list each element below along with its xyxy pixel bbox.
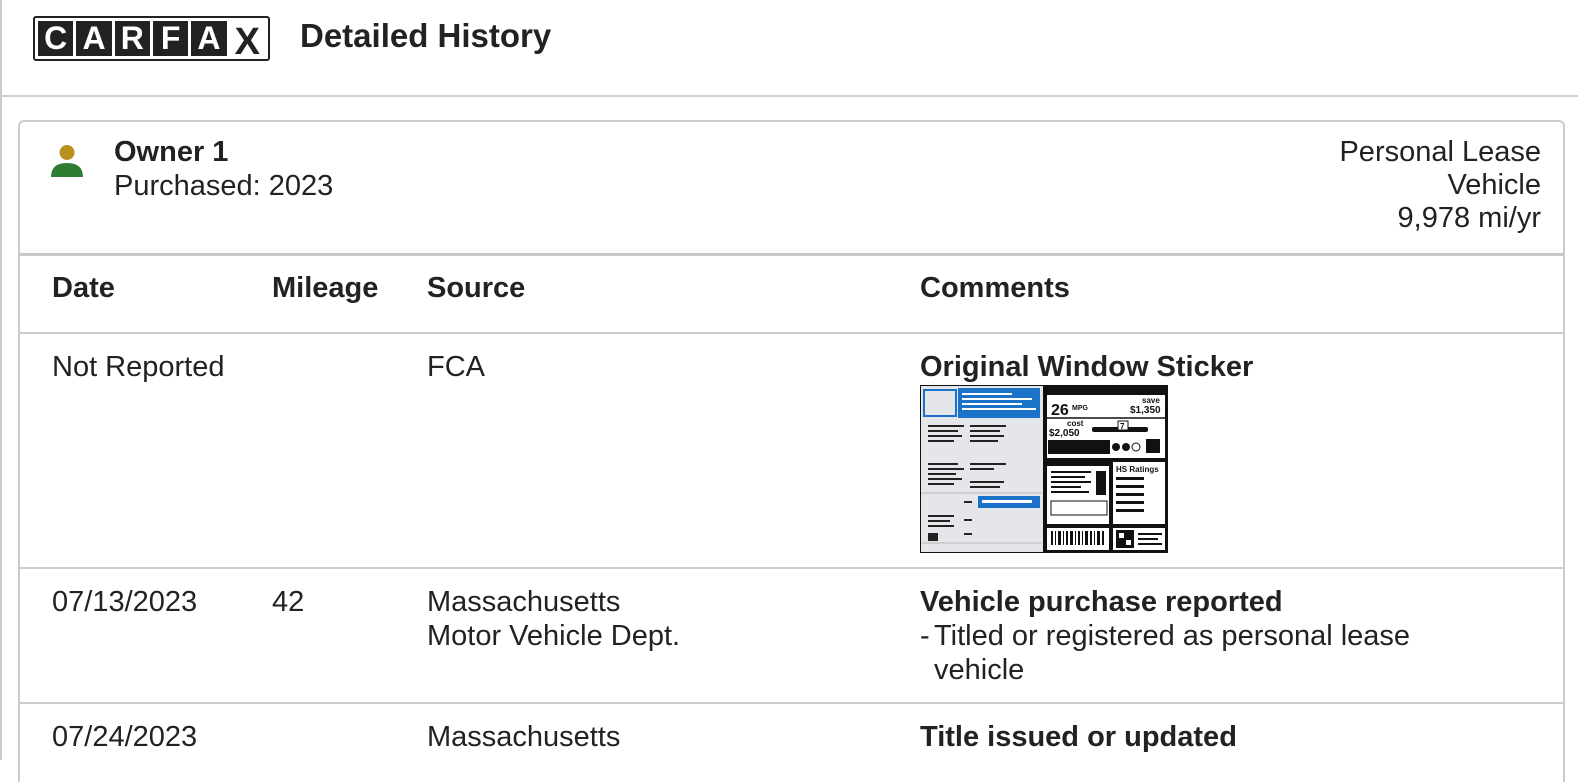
owner-type-line1: Personal Lease — [1339, 136, 1541, 168]
carfax-logo[interactable]: C A R F A X — [33, 16, 270, 63]
sticker-mpg: 26 — [1051, 402, 1069, 419]
column-header-mileage: Mileage — [272, 272, 379, 304]
row-divider — [20, 702, 1563, 704]
logo-letter: C — [38, 20, 74, 56]
logo-letter: A — [191, 20, 227, 56]
row-source-line2: Motor Vehicle Dept. — [427, 620, 681, 652]
row-date: 07/24/2023 — [52, 721, 198, 753]
row-mileage: 42 — [272, 586, 305, 618]
window-sticker-thumbnail[interactable]: 26 MPG save $1,350 cost $2,050 7 HS Rati… — [920, 385, 1168, 553]
sticker-save-amount: $1,350 — [1130, 405, 1161, 416]
row-comment-title: Title issued or updated — [920, 721, 1237, 753]
logo-x-letter: X — [234, 21, 260, 63]
owner-mileage-per-year: 9,978 mi/yr — [1397, 202, 1541, 234]
row-comment: Vehicle purchase reported Titled or regi… — [920, 585, 1454, 687]
sticker-cost-amount: $2,050 — [1049, 428, 1080, 439]
row-comment-item: Titled or registered as personal lease v… — [920, 619, 1454, 687]
row-comment-title: Original Window Sticker — [920, 351, 1254, 383]
row-source: Massachusetts — [427, 721, 621, 753]
header: C A R F A X Detailed History — [0, 0, 1578, 97]
sticker-cost-label: cost — [1067, 419, 1084, 428]
column-header-comments: Comments — [920, 272, 1070, 304]
person-icon — [51, 145, 83, 177]
sticker-ratings-title: HS Ratings — [1116, 465, 1159, 474]
row-divider — [20, 332, 1563, 334]
row-comment-title: Vehicle purchase reported — [920, 586, 1283, 618]
owner-usage: Personal Lease Vehicle 9,978 mi/yr — [1339, 136, 1541, 235]
sticker-rating: 7 — [1120, 422, 1125, 431]
owner-name: Owner 1 — [114, 136, 229, 168]
logo-letter: X — [229, 21, 265, 63]
logo-letter: R — [114, 20, 150, 56]
logo-letter: A — [76, 20, 112, 56]
row-source-line1: Massachusetts — [427, 586, 621, 618]
row-date: 07/13/2023 — [52, 586, 198, 618]
row-date: Not Reported — [52, 351, 225, 383]
column-header-date: Date — [52, 272, 115, 304]
page-title: Detailed History — [300, 17, 552, 54]
row-source: FCA — [427, 351, 485, 383]
row-source: Massachusetts Motor Vehicle Dept. — [427, 585, 680, 653]
sticker-mpg-unit: MPG — [1072, 405, 1089, 412]
row-divider — [20, 567, 1563, 569]
owner-type-line2: Vehicle — [1447, 169, 1541, 201]
row-comment-list: Titled or registered as personal lease v… — [920, 619, 1454, 687]
owner-purchased: Purchased: 2023 — [114, 170, 334, 202]
column-header-source: Source — [427, 272, 526, 304]
sticker-save-label: save — [1142, 396, 1160, 405]
owner-card: Owner 1 Purchased: 2023 Personal Lease V… — [18, 120, 1565, 782]
table-top-border — [20, 253, 1563, 256]
logo-letter: F — [152, 20, 189, 56]
